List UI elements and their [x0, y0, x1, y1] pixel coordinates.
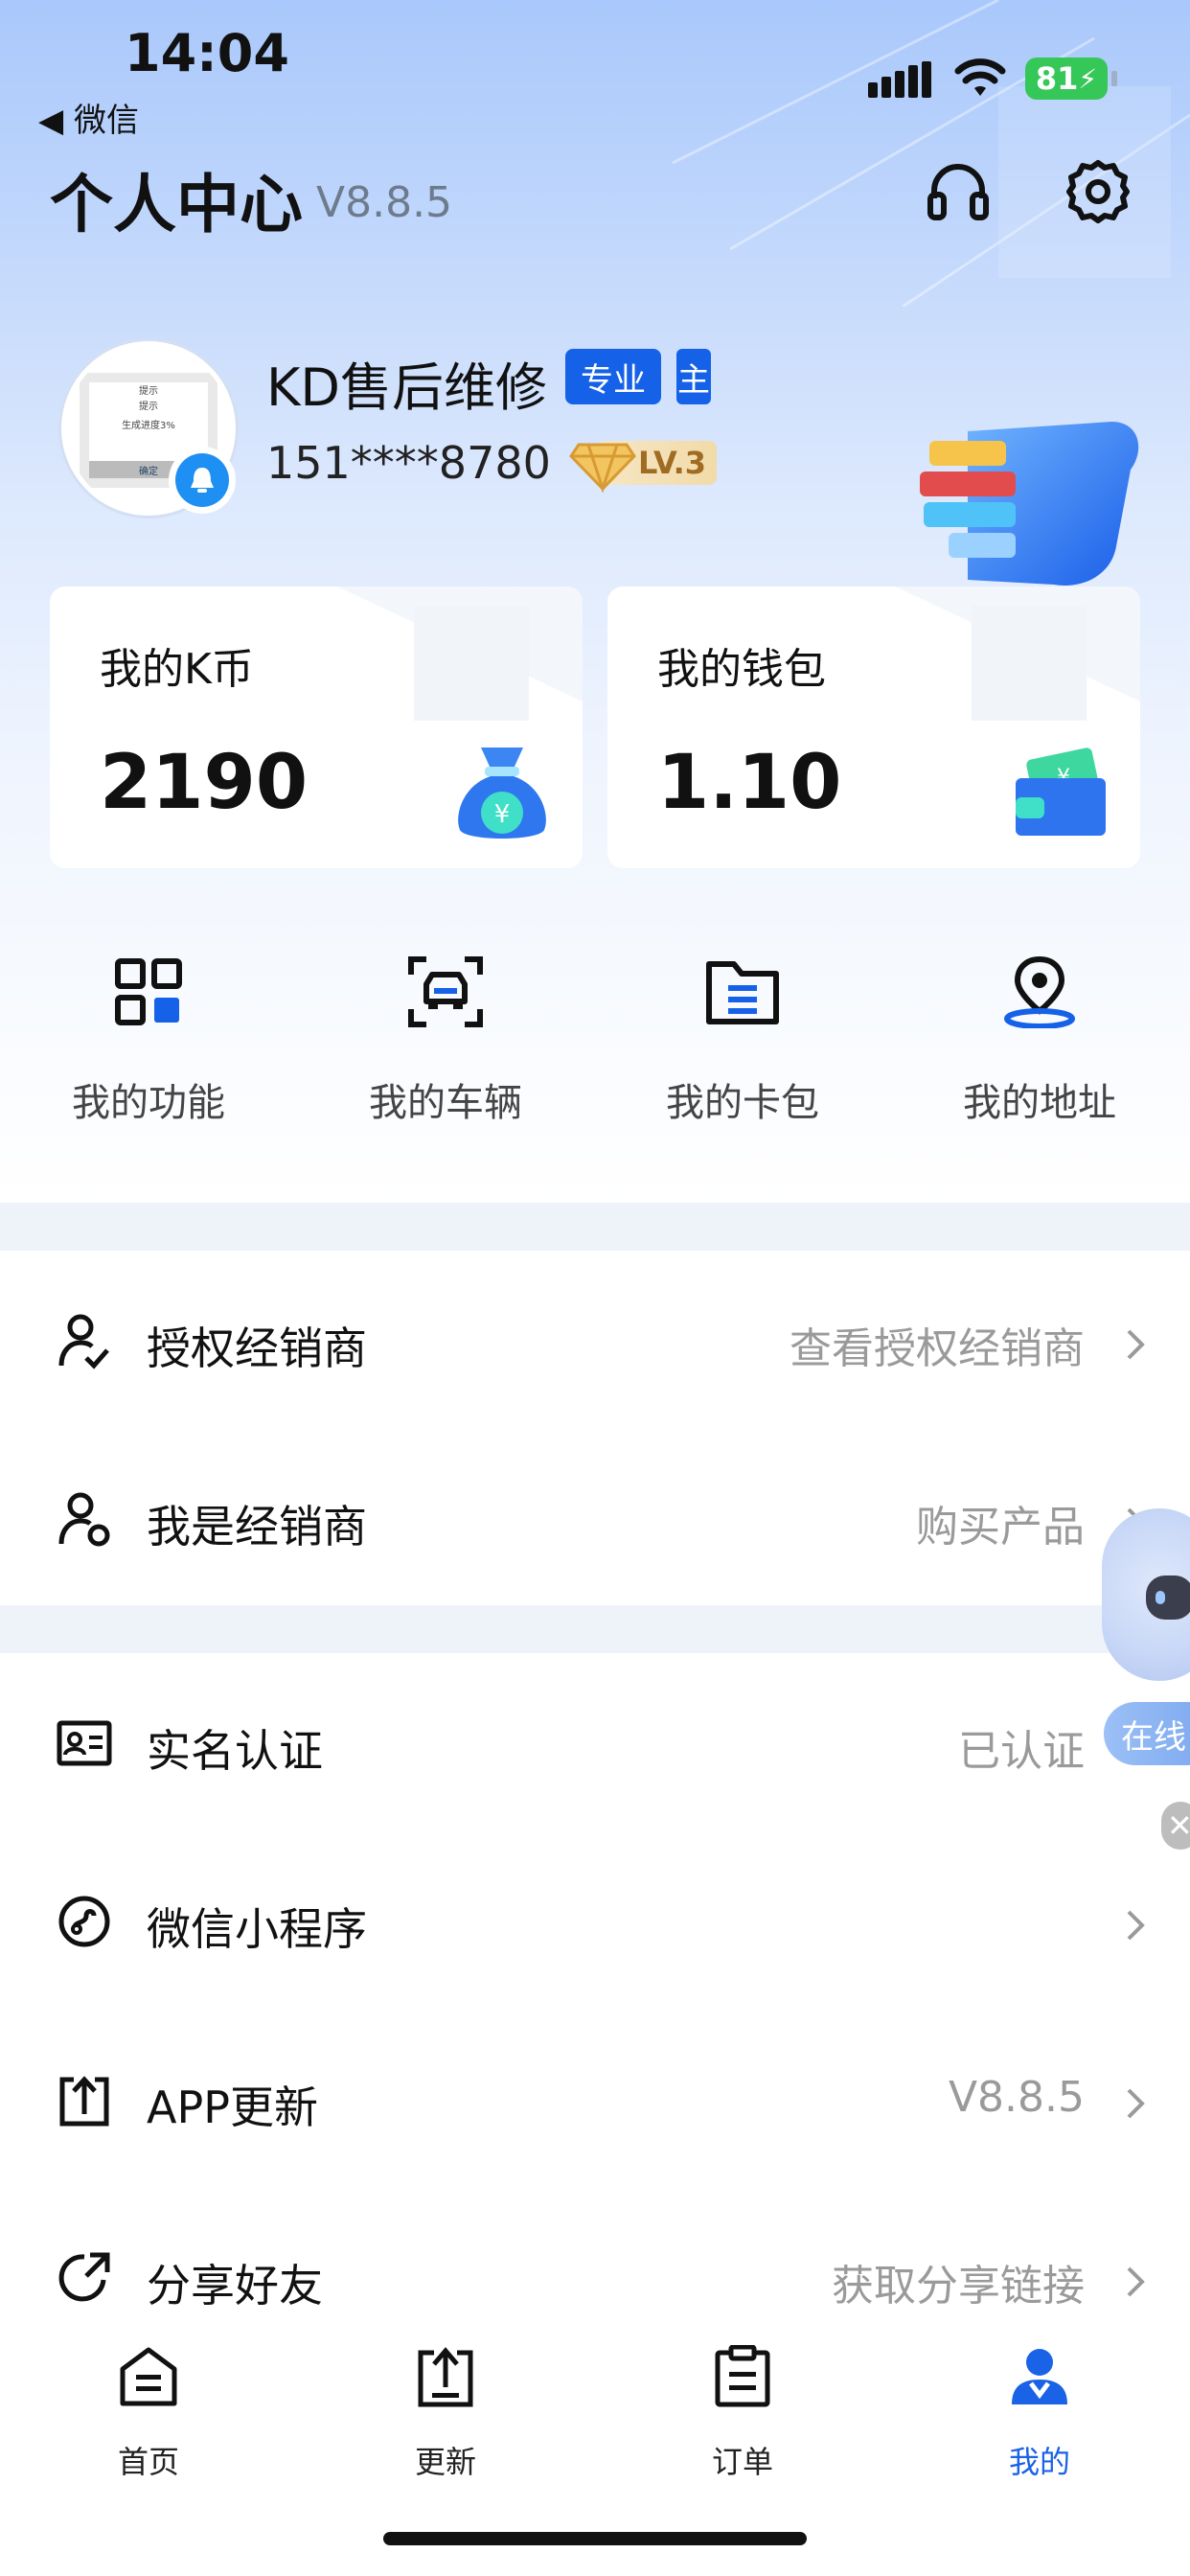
chevron-right-icon: [1127, 2266, 1145, 2297]
decorative-3d-illustration: [920, 422, 1139, 586]
home-indicator: [383, 2532, 807, 2545]
avatar-text-3: 生成进度3%: [122, 421, 175, 431]
menu-row-value: 已认证: [958, 1727, 1085, 1776]
menu-row-value: 购买产品: [916, 1503, 1085, 1552]
menu-row-label: 授权经销商: [147, 1322, 367, 1374]
avatar-text-2: 提示: [139, 402, 158, 412]
menu-row-label: 实名认证: [147, 1725, 323, 1777]
wifi-icon: [954, 58, 1006, 96]
level-badge[interactable]: LV.3: [569, 435, 719, 493]
quick-action-address[interactable]: 我的地址: [891, 949, 1188, 1140]
quick-action-label: 我的车辆: [369, 1081, 522, 1125]
settings-menu-section: 实名认证 已认证 微信小程序 APP更新 V8.8.5 分享好友 获取分享链接: [0, 1653, 1190, 2324]
k-coin-card[interactable]: 我的K币 2190 ¥: [50, 586, 583, 868]
menu-row-label: APP更新: [147, 2082, 318, 2133]
menu-row-value: 查看授权经销商: [790, 1324, 1085, 1373]
chevron-right-icon: [1127, 1910, 1145, 1941]
battery-level: 81: [1035, 60, 1079, 97]
diamond-icon: [569, 443, 636, 493]
menu-row-label: 微信小程序: [147, 1903, 367, 1955]
close-icon: ✕: [1167, 1807, 1190, 1844]
back-to-wechat-link[interactable]: ◀ 微信: [38, 94, 139, 141]
page-title: 个人中心: [50, 168, 303, 242]
tab-label: 订单: [711, 2444, 773, 2480]
wallet-icon: ¥: [1016, 748, 1106, 836]
tab-home[interactable]: 首页: [0, 2338, 297, 2501]
menu-row-value: 获取分享链接: [832, 2262, 1085, 2311]
battery-indicator: 81 ⚡: [1025, 58, 1108, 100]
chevron-right-icon: [1127, 2088, 1145, 2119]
quick-action-functions[interactable]: 我的功能: [0, 949, 297, 1140]
k-coin-title: 我的K币: [100, 645, 254, 694]
tab-mine[interactable]: 我的: [891, 2338, 1188, 2501]
order-icon: [715, 2345, 770, 2407]
menu-row-app-update[interactable]: APP更新 V8.8.5: [0, 2010, 1190, 2188]
qq-badge: [169, 447, 236, 514]
tab-label: 首页: [117, 2444, 179, 2480]
svg-text:¥: ¥: [494, 800, 511, 829]
car-scan-icon: [408, 956, 483, 1027]
tab-orders[interactable]: 订单: [594, 2338, 891, 2501]
grid-icon: [115, 958, 182, 1025]
menu-row-i-am-dealer[interactable]: 我是经销商 购买产品: [0, 1429, 1190, 1607]
settings-button[interactable]: [1060, 153, 1136, 230]
menu-row-value: V8.8.5: [948, 2073, 1085, 2122]
menu-row-label: 分享好友: [147, 2260, 323, 2312]
update-icon: [418, 2347, 473, 2407]
status-bar: 14:04 ◀ 微信 81 ⚡: [0, 0, 1190, 144]
k-coin-value: 2190: [100, 740, 309, 826]
battery-tip: [1111, 71, 1117, 86]
wallet-title: 我的钱包: [657, 645, 826, 694]
menu-row-mini-program[interactable]: 微信小程序: [0, 1831, 1190, 2010]
chevron-right-icon: [1127, 1329, 1145, 1360]
quick-action-card-bag[interactable]: 我的卡包: [594, 949, 891, 1140]
customer-service-button[interactable]: [920, 153, 996, 230]
level-text: LV.3: [638, 445, 707, 481]
app-version: V8.8.5: [316, 178, 453, 227]
location-pin-icon: [1004, 955, 1075, 1028]
profile-icon: [1012, 2349, 1067, 2404]
user-settings-icon: [58, 1492, 110, 1547]
assistant-robot-button[interactable]: [1102, 1508, 1190, 1681]
robot-face-icon: [1146, 1576, 1190, 1620]
menu-row-real-name[interactable]: 实名认证 已认证: [0, 1653, 1190, 1831]
online-service-pill[interactable]: 在线: [1104, 1702, 1190, 1765]
avatar-text-1: 提示: [139, 386, 158, 397]
user-check-icon: [58, 1314, 109, 1369]
upload-icon: [59, 2076, 109, 2127]
tab-update[interactable]: 更新: [297, 2338, 594, 2501]
quick-action-label: 我的地址: [963, 1081, 1116, 1125]
bell-icon: [191, 468, 214, 493]
charging-bolt-icon: ⚡: [1078, 62, 1098, 95]
quick-action-vehicles[interactable]: 我的车辆: [297, 949, 594, 1140]
tag-professional: 专业: [565, 349, 661, 404]
gear-icon: [1066, 160, 1130, 223]
quick-action-label: 我的功能: [72, 1081, 225, 1125]
menu-row-authorized-dealer[interactable]: 授权经销商 查看授权经销商: [0, 1251, 1190, 1429]
username: KD售后维修: [266, 357, 547, 418]
share-icon: [58, 2252, 110, 2302]
home-icon: [120, 2347, 177, 2406]
money-bag-icon: ¥: [458, 748, 546, 839]
menu-row-label: 我是经销商: [147, 1501, 367, 1552]
folder-icon: [706, 961, 779, 1024]
headset-icon: [927, 164, 989, 220]
online-label: 在线: [1121, 1717, 1186, 1757]
id-card-icon: [57, 1720, 112, 1766]
status-time: 14:04: [125, 23, 289, 83]
signal-icon: [868, 61, 931, 98]
wallet-value: 1.10: [657, 740, 842, 826]
mini-program-icon: [58, 1896, 110, 1947]
tab-label: 更新: [414, 2444, 476, 2480]
wallet-card[interactable]: 我的钱包 1.10 ¥: [607, 586, 1140, 868]
phone-number: 151****8780: [266, 437, 551, 489]
tag-main: 主: [676, 349, 711, 404]
close-float-button[interactable]: ✕: [1161, 1802, 1190, 1850]
quick-action-label: 我的卡包: [666, 1081, 819, 1125]
dealer-menu-section: 授权经销商 查看授权经销商 我是经销商 购买产品: [0, 1251, 1190, 1605]
tab-label: 我的: [1008, 2444, 1070, 2480]
